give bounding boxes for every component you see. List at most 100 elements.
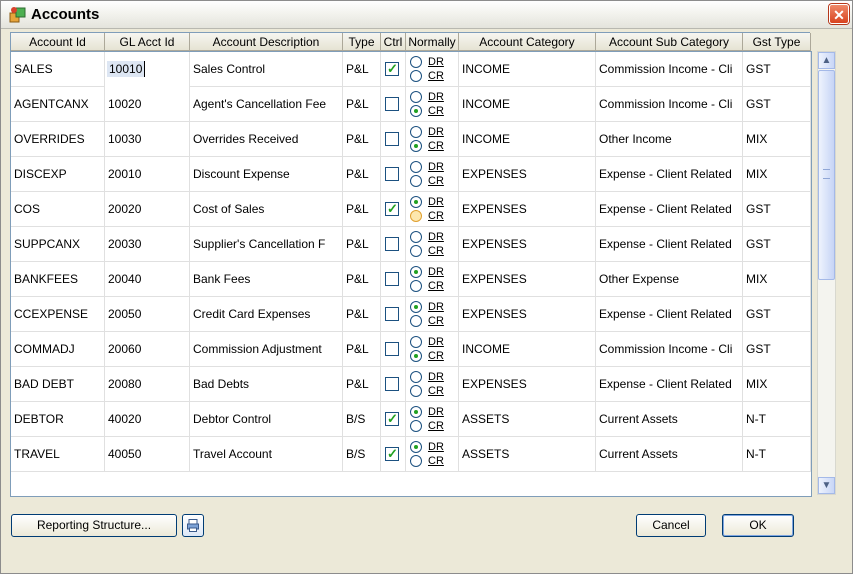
column-header-account-id[interactable]: Account Id	[11, 33, 105, 51]
cell-type[interactable]: P&L	[343, 87, 381, 122]
normally-cr-radio[interactable]	[410, 175, 422, 187]
normally-cr-radio[interactable]	[410, 455, 422, 467]
ctrl-checkbox[interactable]	[385, 307, 399, 321]
table-row[interactable]: AGENTCANX 10020 Agent's Cancellation Fee P&…	[11, 87, 811, 122]
cell-account-category[interactable]: EXPENSES	[459, 157, 596, 192]
cell-gl-acct-id[interactable]: 20040	[105, 262, 190, 297]
cell-account-category[interactable]: ASSETS	[459, 437, 596, 472]
cell-gst-type[interactable]: MIX	[743, 157, 811, 192]
cell-account-sub-category[interactable]: Current Assets	[596, 402, 743, 437]
cell-account-id[interactable]: SUPPCANX	[11, 227, 105, 262]
cell-account-id[interactable]: SALES	[11, 52, 105, 87]
cell-account-id[interactable]: BANKFEES	[11, 262, 105, 297]
table-row[interactable]: SALES 10010 Sales Control P&L ✓ DR CR INCOME Com…	[11, 52, 811, 87]
cell-ctrl[interactable]	[381, 157, 406, 192]
table-row[interactable]: BAD DEBT 20080 Bad Debts P&L DR CR EXPENSES Exp…	[11, 367, 811, 402]
cell-gl-acct-id[interactable]: 10020	[105, 87, 190, 122]
column-header-gst-type[interactable]: Gst Type	[743, 33, 811, 51]
cell-gst-type[interactable]: GST	[743, 192, 811, 227]
normally-dr-radio[interactable]	[410, 336, 422, 348]
cell-account-category[interactable]: EXPENSES	[459, 297, 596, 332]
normally-cr-radio[interactable]	[410, 70, 422, 82]
cell-type[interactable]: P&L	[343, 157, 381, 192]
normally-dr-radio[interactable]	[410, 126, 422, 138]
cell-ctrl[interactable]	[381, 367, 406, 402]
column-header-gl-acct-id[interactable]: GL Acct Id	[105, 33, 190, 51]
cell-normally[interactable]: DR CR	[406, 437, 459, 472]
cell-normally[interactable]: DR CR	[406, 157, 459, 192]
cell-account-id[interactable]: OVERRIDES	[11, 122, 105, 157]
cell-account-sub-category[interactable]: Expense - Client Related	[596, 157, 743, 192]
cell-ctrl[interactable]	[381, 297, 406, 332]
ctrl-checkbox[interactable]	[385, 272, 399, 286]
cell-type[interactable]: P&L	[343, 227, 381, 262]
cell-account-description[interactable]: Agent's Cancellation Fee	[190, 87, 343, 122]
cell-gst-type[interactable]: GST	[743, 87, 811, 122]
table-row[interactable]: COMMADJ 20060 Commission Adjustment P&L DR CR…	[11, 332, 811, 367]
cell-account-id[interactable]: BAD DEBT	[11, 367, 105, 402]
cell-normally[interactable]: DR CR	[406, 87, 459, 122]
scroll-down-button[interactable]: ▼	[818, 477, 835, 494]
cell-account-category[interactable]: EXPENSES	[459, 192, 596, 227]
cell-account-sub-category[interactable]: Commission Income - Cli	[596, 332, 743, 367]
cell-ctrl[interactable]	[381, 122, 406, 157]
ctrl-checkbox[interactable]	[385, 167, 399, 181]
cell-account-sub-category[interactable]: Expense - Client Related	[596, 367, 743, 402]
ctrl-checkbox[interactable]: ✓	[385, 446, 399, 461]
normally-dr-radio[interactable]	[410, 196, 422, 208]
cell-ctrl[interactable]	[381, 332, 406, 367]
cell-normally[interactable]: DR CR	[406, 262, 459, 297]
cell-type[interactable]: P&L	[343, 367, 381, 402]
cell-account-id[interactable]: COMMADJ	[11, 332, 105, 367]
cell-gl-acct-id[interactable]: 20060	[105, 332, 190, 367]
cell-ctrl[interactable]	[381, 262, 406, 297]
cell-account-category[interactable]: EXPENSES	[459, 367, 596, 402]
cell-account-id[interactable]: AGENTCANX	[11, 87, 105, 122]
table-row[interactable]: CCEXPENSE 20050 Credit Card Expenses P&L DR C…	[11, 297, 811, 332]
normally-cr-radio[interactable]	[410, 105, 422, 117]
cell-gl-acct-id[interactable]: 20030	[105, 227, 190, 262]
cell-account-category[interactable]: INCOME	[459, 332, 596, 367]
cell-account-category[interactable]: INCOME	[459, 122, 596, 157]
cell-account-sub-category[interactable]: Other Income	[596, 122, 743, 157]
normally-cr-radio[interactable]	[410, 210, 422, 222]
scroll-thumb[interactable]	[818, 70, 835, 280]
ctrl-checkbox[interactable]	[385, 342, 399, 356]
cell-account-category[interactable]: INCOME	[459, 52, 596, 87]
normally-cr-radio[interactable]	[410, 245, 422, 257]
normally-dr-radio[interactable]	[410, 371, 422, 383]
close-button[interactable]: ✕	[829, 4, 849, 24]
column-header-account-sub-category[interactable]: Account Sub Category	[596, 33, 743, 51]
cell-account-sub-category[interactable]: Expense - Client Related	[596, 192, 743, 227]
cell-account-id[interactable]: COS	[11, 192, 105, 227]
cell-gst-type[interactable]: GST	[743, 227, 811, 262]
cancel-button[interactable]: Cancel	[636, 514, 706, 537]
cell-normally[interactable]: DR CR	[406, 227, 459, 262]
ctrl-checkbox[interactable]	[385, 237, 399, 251]
scroll-up-button[interactable]: ▲	[818, 52, 835, 69]
column-header-ctrl[interactable]: Ctrl	[381, 33, 406, 51]
ctrl-checkbox[interactable]: ✓	[385, 61, 399, 76]
cell-normally[interactable]: DR CR	[406, 52, 459, 87]
cell-type[interactable]: P&L	[343, 262, 381, 297]
cell-type[interactable]: P&L	[343, 52, 381, 87]
cell-account-category[interactable]: EXPENSES	[459, 262, 596, 297]
ok-button[interactable]: OK	[722, 514, 794, 537]
cell-type[interactable]: P&L	[343, 122, 381, 157]
cell-gl-acct-id[interactable]: 20020	[105, 192, 190, 227]
vertical-scrollbar[interactable]: ▲ ▼	[817, 51, 836, 495]
cell-gst-type[interactable]: GST	[743, 297, 811, 332]
cell-normally[interactable]: DR CR	[406, 332, 459, 367]
title-bar[interactable]: Accounts ✕	[1, 1, 852, 29]
cell-gst-type[interactable]: MIX	[743, 262, 811, 297]
table-row[interactable]: TRAVEL 40050 Travel Account B/S ✓ DR CR ASSETS C…	[11, 437, 811, 472]
cell-account-id[interactable]: TRAVEL	[11, 437, 105, 472]
normally-dr-radio[interactable]	[410, 301, 422, 313]
table-row[interactable]: DISCEXP 20010 Discount Expense P&L DR CR EXPEN…	[11, 157, 811, 192]
table-row[interactable]: BANKFEES 20040 Bank Fees P&L DR CR EXPENSES Oth…	[11, 262, 811, 297]
column-header-type[interactable]: Type	[343, 33, 381, 51]
cell-account-sub-category[interactable]: Other Expense	[596, 262, 743, 297]
cell-gst-type[interactable]: MIX	[743, 122, 811, 157]
cell-gst-type[interactable]: N-T	[743, 437, 811, 472]
column-header-account-category[interactable]: Account Category	[459, 33, 596, 51]
